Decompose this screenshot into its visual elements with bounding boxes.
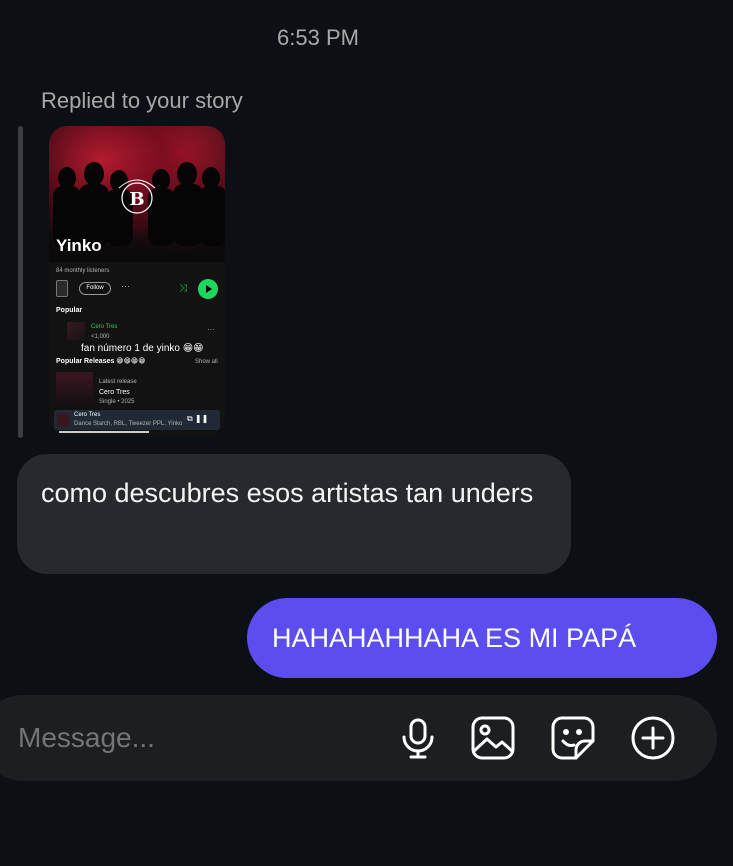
follow-button: Follow [79,282,111,295]
outgoing-message[interactable]: HAHAHAHHAHA ES MI PAPÁ [247,598,717,678]
artist-banner: B Yinko [49,126,225,262]
popular-heading: Popular [56,307,83,314]
player-artists: Dance Starch, RBL, Tweezer PPL, Yinko [74,421,183,427]
reply-indicator-bar [18,126,23,438]
artist-name: Yinko [56,236,102,255]
track-artwork [67,322,85,340]
image-icon[interactable] [470,715,516,761]
popular-releases-heading: Popular Releases 😁😁😁😁 [56,358,146,365]
player-artwork [57,413,69,427]
shuffle-icon: ⤨ [179,283,187,294]
pause-icon: ⧉ ❚❚ [187,414,209,423]
release-meta: Single • 2025 [99,399,135,405]
message-timestamp: 6:53 PM [277,25,359,50]
show-all-link: Show all [195,359,218,365]
sticker-icon[interactable] [550,715,596,761]
story-thumbnail[interactable]: B Yinko 84 monthly listeners Follow ··· … [49,126,225,436]
more-options-icon: ··· [121,281,130,291]
track-more-icon: ··· [207,325,215,334]
svg-text:B: B [129,189,144,210]
artist-thumb [56,280,68,297]
incoming-message[interactable]: como descubres esos artistas tan unders [17,454,571,574]
latest-release-label: Latest release [99,379,137,385]
message-input[interactable] [18,695,358,781]
track-name: Cero Tres [91,324,118,330]
reply-label: Replied to your story [41,88,243,113]
story-caption: fan número 1 de yinko 😁😁 [81,343,204,354]
microphone-icon[interactable] [395,715,441,761]
message-composer [0,695,717,781]
player-progress-bar [59,431,149,433]
plus-icon[interactable] [630,715,676,761]
track-plays: <1,000 [91,334,110,340]
monthly-listeners: 84 monthly listeners [56,268,110,274]
play-icon [198,279,218,299]
player-track-title: Cero Tres [74,412,101,418]
now-playing-bar: Cero Tres Dance Starch, RBL, Tweezer PPL… [54,410,220,430]
dm-thread: 6:53 PM Replied to your story B Yinko 84… [0,0,733,866]
release-name: Cero Tres [99,389,130,396]
release-artwork [56,372,93,409]
